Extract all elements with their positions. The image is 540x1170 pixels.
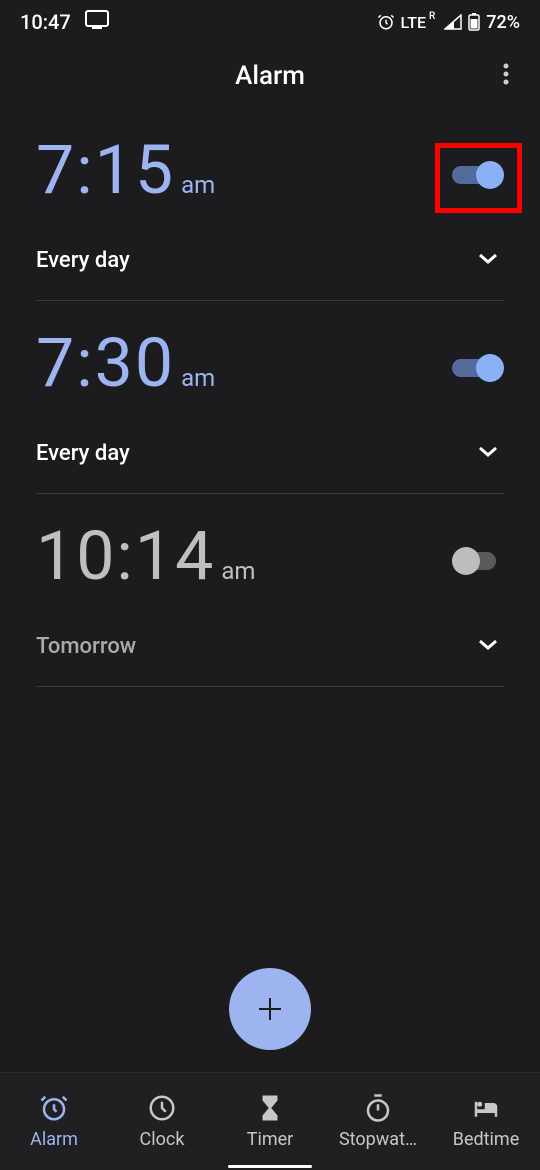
alarm-time-value: 7:15 [36, 136, 175, 204]
alarm-toggle[interactable] [452, 353, 504, 383]
alarm-schedule: Every day [36, 248, 130, 273]
status-left: 10:47 [20, 10, 109, 35]
alarm-icon [377, 13, 395, 31]
cast-icon [85, 10, 109, 35]
nav-label: Clock [140, 1129, 185, 1150]
nav-label: Timer [247, 1129, 294, 1150]
chevron-down-icon [477, 444, 499, 463]
nav-label: Stopwat… [339, 1129, 417, 1150]
nav-label: Alarm [30, 1129, 78, 1150]
more-button[interactable] [484, 54, 528, 98]
battery-icon [468, 13, 480, 31]
status-right: LTE R 72% [377, 12, 521, 33]
app-bar: Alarm [0, 44, 540, 108]
bottom-nav: Alarm Clock Timer Stopwat… Bedtime [0, 1072, 540, 1170]
status-bar: 10:47 LTE R 72% [0, 0, 540, 44]
page-title: Alarm [235, 61, 305, 91]
hourglass-icon [255, 1093, 285, 1123]
alarm-item[interactable]: 7:30 am Every day [36, 301, 504, 494]
alarm-icon [39, 1093, 69, 1123]
alarm-time[interactable]: 7:15 am [36, 136, 215, 204]
alarm-toggle[interactable] [452, 546, 504, 576]
battery-pct: 72% [486, 12, 520, 33]
nav-indicator [228, 1165, 312, 1168]
nav-bedtime[interactable]: Bedtime [432, 1073, 540, 1170]
alarm-ampm: am [181, 171, 215, 202]
nav-label: Bedtime [453, 1129, 520, 1150]
chevron-down-icon [477, 637, 499, 656]
nav-stopwatch[interactable]: Stopwat… [324, 1073, 432, 1170]
alarm-time[interactable]: 10:14 am [36, 522, 255, 590]
alarm-ampm: am [221, 557, 255, 588]
more-vert-icon [503, 62, 509, 90]
alarms-list: 7:15 am Every day 7:30 am [0, 108, 540, 687]
expand-button[interactable] [472, 244, 504, 276]
add-alarm-button[interactable] [229, 968, 311, 1050]
alarm-item[interactable]: 7:15 am Every day [36, 108, 504, 301]
nav-clock[interactable]: Clock [108, 1073, 216, 1170]
network-label: LTE [401, 13, 426, 32]
alarm-schedule: Every day [36, 441, 130, 466]
network-superscript: R [429, 11, 435, 22]
alarm-time-value: 7:30 [36, 329, 175, 397]
nav-timer[interactable]: Timer [216, 1073, 324, 1170]
alarm-toggle[interactable] [452, 160, 504, 190]
alarm-time[interactable]: 7:30 am [36, 329, 215, 397]
nav-alarm[interactable]: Alarm [0, 1073, 108, 1170]
alarm-time-value: 10:14 [36, 522, 215, 590]
expand-button[interactable] [472, 437, 504, 469]
plus-icon [255, 994, 285, 1024]
alarm-ampm: am [181, 364, 215, 395]
clock-icon [147, 1093, 177, 1123]
bed-icon [471, 1093, 501, 1123]
alarm-schedule: Tomorrow [36, 634, 136, 659]
status-time: 10:47 [20, 10, 71, 34]
signal-icon [444, 14, 462, 30]
alarm-item[interactable]: 10:14 am Tomorrow [36, 494, 504, 687]
stopwatch-icon [363, 1093, 393, 1123]
expand-button[interactable] [472, 630, 504, 662]
chevron-down-icon [477, 251, 499, 270]
